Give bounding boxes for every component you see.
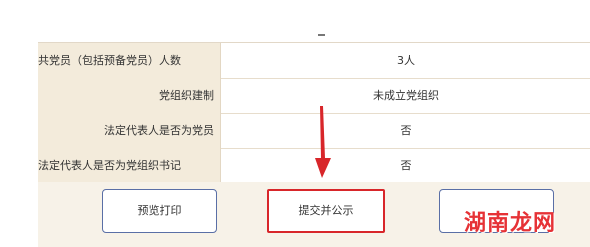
preview-print-button[interactable]: 预览打印	[102, 189, 217, 233]
row-value: 3人	[397, 54, 415, 67]
table-row: 共党员（包括预备党员）人数 3人	[38, 43, 590, 79]
row-value: 否	[400, 159, 412, 172]
row-label: 党组织建制	[38, 78, 221, 113]
row-label: 共党员（包括预备党员）人数	[38, 43, 221, 78]
row-label: 法定代表人是否为党组织书记	[38, 148, 221, 183]
submit-publish-button[interactable]: 提交并公示	[267, 189, 385, 233]
row-label: 法定代表人是否为党员	[38, 113, 221, 148]
scroll-tick-mark	[318, 34, 325, 36]
row-value: 否	[400, 124, 412, 137]
red-arrow-icon	[315, 106, 331, 178]
row-value: 未成立党组织	[373, 89, 439, 102]
watermark-logo: 湖南龙网	[464, 211, 557, 236]
